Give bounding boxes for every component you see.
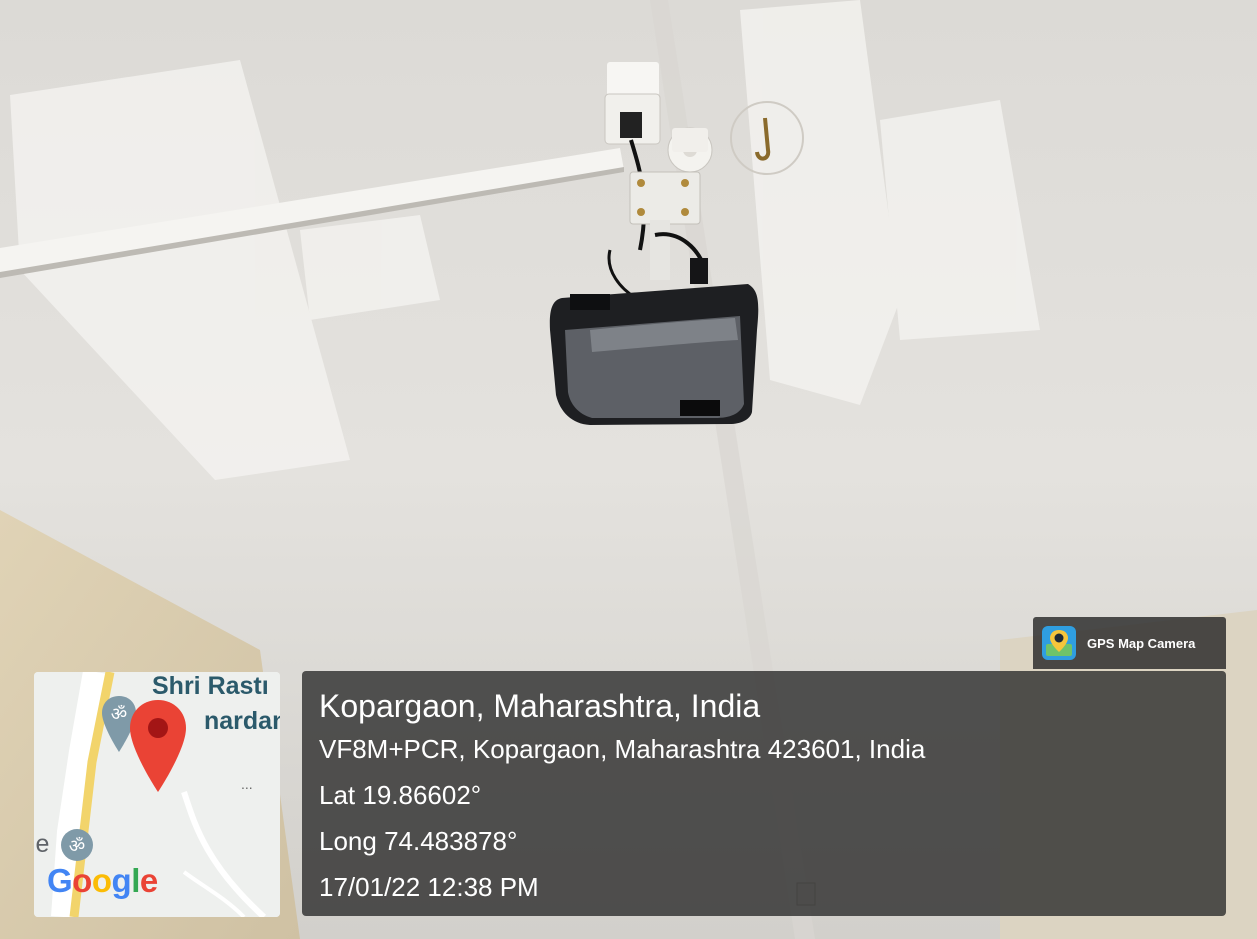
svg-text:ॐ: ॐ xyxy=(111,704,127,725)
latitude-label: Lat 19.86602° xyxy=(319,780,482,810)
mini-map: Shri Rastı nardan le ॐ ॐ ... Google xyxy=(34,672,280,917)
om-place-icon: ॐ xyxy=(61,829,93,861)
timestamp-label: 17/01/22 12:38 PM xyxy=(319,872,539,902)
app-name-label: GPS Map Camera xyxy=(1087,635,1196,651)
location-pin-icon xyxy=(130,700,186,792)
google-logo: Google xyxy=(47,862,158,899)
gps-map-camera-badge: GPS Map Camera xyxy=(1033,617,1226,669)
location-title: Kopargaon, Maharashtra, India xyxy=(319,688,761,724)
map-label-left: le xyxy=(34,830,50,858)
map-label-top: Shri Rastı xyxy=(152,672,269,700)
map-ellipsis: ... xyxy=(241,776,253,792)
location-address: VF8M+PCR, Kopargaon, Maharashtra 423601,… xyxy=(319,734,926,764)
svg-text:ॐ: ॐ xyxy=(69,836,85,857)
location-info-panel: Kopargaon, Maharashtra, India VF8M+PCR, … xyxy=(302,671,1226,916)
gps-map-camera-app-icon xyxy=(1042,626,1076,660)
longitude-label: Long 74.483878° xyxy=(319,826,518,856)
map-label-second: nardan xyxy=(204,707,280,735)
